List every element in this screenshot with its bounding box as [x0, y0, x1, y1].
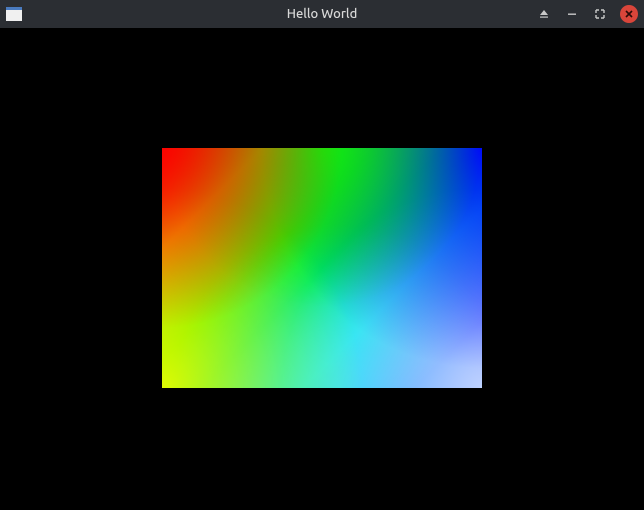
app-window-icon: [6, 7, 22, 21]
minimize-button[interactable]: [564, 6, 580, 22]
window-title: Hello World: [287, 7, 358, 21]
gl-canvas: [162, 148, 482, 388]
minimize-icon: [566, 8, 578, 20]
close-button[interactable]: [620, 5, 638, 23]
always-on-top-button[interactable]: [536, 6, 552, 22]
pin-up-icon: [538, 8, 550, 20]
maximize-button[interactable]: [592, 6, 608, 22]
client-area: [0, 28, 644, 510]
window-controls: [536, 5, 638, 23]
maximize-icon: [594, 8, 606, 20]
titlebar[interactable]: Hello World: [0, 0, 644, 28]
close-icon: [624, 9, 634, 19]
